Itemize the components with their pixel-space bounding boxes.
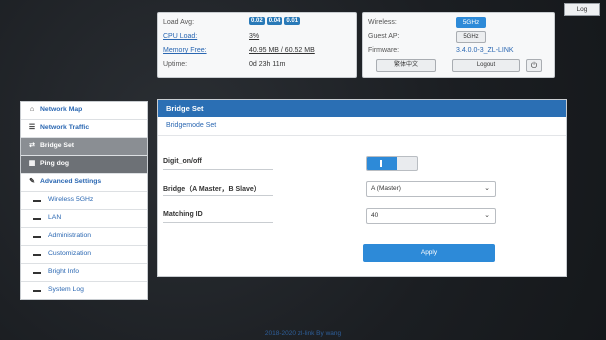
chevron-down-icon: ⌄ — [484, 185, 490, 192]
sidebar-item-label: Bridge Set — [40, 142, 74, 149]
toggle-on-segment — [367, 157, 397, 170]
sidebar-item-label: LAN — [48, 214, 62, 221]
memory-row: Memory Free: 40.95 MB / 60.52 MB — [163, 45, 351, 57]
memory-free-value: 40.95 MB / 60.52 MB — [249, 47, 315, 54]
language-button[interactable]: 繁体中文 — [376, 59, 436, 72]
sidebar-item-system-log[interactable]: System Log — [21, 282, 147, 299]
sidebar-item-label: Ping dog — [40, 160, 70, 167]
load-avg-15: 0.01 — [284, 17, 301, 25]
sidebar-item-label: Advanced Settings — [40, 178, 102, 185]
power-icon: ⏻ — [530, 61, 538, 70]
sidebar-item-wireless-5ghz[interactable]: Wireless 5GHz — [21, 192, 147, 210]
matching-id-label: Matching ID — [163, 211, 203, 218]
dash-icon — [33, 254, 41, 256]
field-divider — [163, 222, 273, 223]
cpu-load-value: 3% — [249, 33, 260, 40]
uptime-row: Uptime: 0d 23h 11m — [163, 59, 351, 71]
wireless-label: Wireless: — [368, 19, 397, 26]
uptime-value: 0d 23h 11m — [249, 61, 286, 68]
bridge-select[interactable]: A (Master) ⌄ — [366, 181, 496, 197]
wrench-icon: ✎ — [29, 178, 35, 185]
dash-icon — [33, 200, 41, 202]
guest-ap-5ghz-button[interactable]: 5GHz — [456, 31, 486, 43]
load-avg-5: 0.04 — [266, 17, 283, 25]
matching-id-value: 40 — [371, 212, 379, 219]
cpu-load-link[interactable]: CPU Load: — [163, 33, 197, 40]
wireless-5ghz-button[interactable]: 5GHz — [456, 17, 486, 28]
load-avg-values: 0.02 0.04 0.01 — [249, 17, 302, 25]
sidebar-item-bright-info[interactable]: Bright Info — [21, 264, 147, 282]
dash-icon — [33, 218, 41, 220]
dash-icon — [33, 236, 41, 238]
dash-icon — [33, 290, 41, 292]
guest-ap-label: Guest AP: — [368, 33, 400, 40]
matching-row: Matching ID 40 ⌄ — [158, 207, 566, 225]
sidebar-item-label: Bright Info — [48, 268, 79, 275]
sidebar-item-label: Customization — [48, 250, 92, 257]
memory-free-link[interactable]: Memory Free: — [163, 47, 207, 54]
sidebar-item-bridge-set[interactable]: ⇄ Bridge Set — [21, 138, 147, 156]
apply-button[interactable]: Apply — [363, 244, 495, 262]
grid-icon: ▦ — [28, 160, 36, 167]
shuffle-icon: ⇄ — [29, 142, 35, 149]
digit-label: Digit_on/off — [163, 158, 202, 165]
sidebar: ⌂ Network Map ☰ Network Traffic ⇄ Bridge… — [20, 101, 148, 300]
load-avg-row: Load Avg: 0.02 0.04 0.01 — [163, 17, 351, 29]
logout-button[interactable]: Logout — [452, 59, 520, 72]
section-subtitle: Bridgemode Set — [158, 117, 566, 136]
load-avg-1: 0.02 — [249, 17, 265, 25]
matching-id-select[interactable]: 40 ⌄ — [366, 208, 496, 224]
digit-row: Digit_on/off — [158, 154, 566, 172]
bridge-row: Bridge（A Master，B Slave） A (Master) ⌄ — [158, 180, 566, 198]
power-button[interactable]: ⏻ — [526, 59, 542, 72]
sidebar-item-ping-dog[interactable]: ▦ Ping dog — [21, 156, 147, 174]
sidebar-item-administration[interactable]: Administration — [21, 228, 147, 246]
bridge-select-value: A (Master) — [371, 185, 401, 192]
uptime-label: Uptime: — [163, 61, 188, 68]
sidebar-item-label: System Log — [48, 286, 84, 293]
action-row: 繁体中文 Logout ⏻ — [368, 59, 549, 72]
sidebar-item-label: Administration — [48, 232, 92, 239]
sidebar-item-lan[interactable]: LAN — [21, 210, 147, 228]
firmware-value: 3.4.0.0-3_ZL-LINK — [456, 47, 514, 54]
chevron-down-icon: ⌄ — [484, 212, 490, 219]
cpu-row: CPU Load: 3% — [163, 31, 351, 43]
sidebar-item-advanced-settings[interactable]: ✎ Advanced Settings — [21, 174, 147, 192]
firmware-label: Firmware: — [368, 47, 400, 54]
bridge-label: Bridge（A Master，B Slave） — [163, 186, 261, 193]
sidebar-item-network-map[interactable]: ⌂ Network Map — [21, 102, 147, 120]
field-divider — [163, 195, 273, 196]
footer-credit: 2018-2020 zl-link By wang — [264, 330, 342, 337]
wireless-row: Wireless: 5GHz — [368, 17, 549, 29]
list-icon: ☰ — [28, 124, 36, 131]
digit-toggle[interactable] — [366, 156, 418, 171]
toggle-on-mark — [380, 160, 382, 167]
sidebar-item-label: Wireless 5GHz — [48, 196, 94, 203]
page-title: Bridge Set — [158, 100, 566, 117]
load-avg-label: Load Avg: — [163, 19, 195, 26]
log-button[interactable]: Log — [564, 3, 600, 16]
home-icon: ⌂ — [29, 106, 35, 113]
system-stats-panel: Load Avg: 0.02 0.04 0.01 CPU Load: 3% Memo… — [157, 12, 357, 78]
bridge-set-panel: Bridge Set Bridgemode Set Digit_on/off B… — [157, 99, 567, 277]
sidebar-item-label: Network Map — [40, 106, 83, 113]
device-info-panel: Wireless: 5GHz Guest AP: 5GHz Firmware: … — [362, 12, 555, 78]
field-divider — [163, 169, 273, 170]
firmware-row: Firmware: 3.4.0.0-3_ZL-LINK — [368, 45, 549, 57]
sidebar-item-label: Network Traffic — [40, 124, 90, 131]
sidebar-item-network-traffic[interactable]: ☰ Network Traffic — [21, 120, 147, 138]
dash-icon — [33, 272, 41, 274]
guest-ap-row: Guest AP: 5GHz — [368, 31, 549, 43]
sidebar-item-customization[interactable]: Customization — [21, 246, 147, 264]
